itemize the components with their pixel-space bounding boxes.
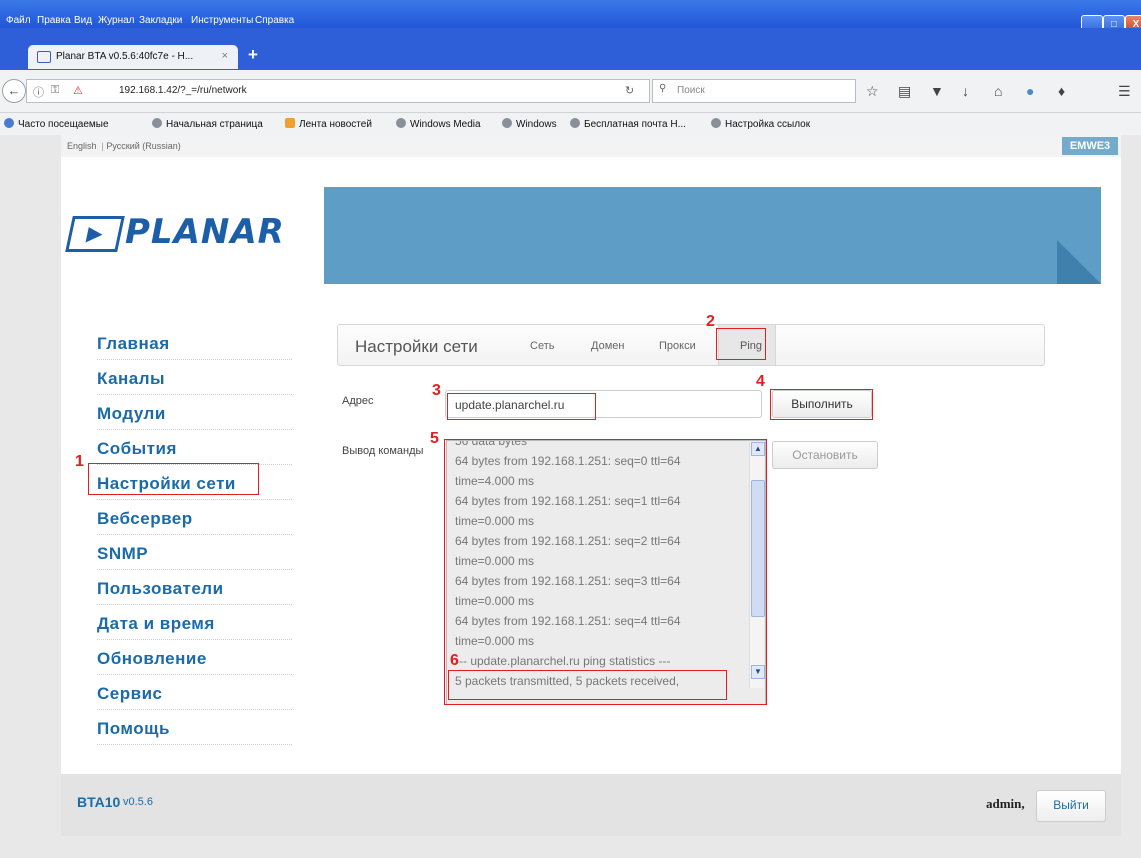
bookmark-windows-media[interactable]: Windows Media: [396, 118, 481, 130]
search-icon: ⚲: [659, 83, 667, 94]
search-input[interactable]: ⚲ Поиск: [652, 79, 856, 103]
tab-network[interactable]: Сеть: [530, 340, 554, 352]
product-name: BTA10: [77, 794, 121, 810]
menu-history[interactable]: Журнал: [98, 15, 135, 26]
menu-edit[interactable]: Правка: [37, 15, 71, 26]
menu-bookmarks[interactable]: Закладки: [139, 15, 182, 26]
current-user: admin,: [986, 796, 1025, 811]
tab-proxy[interactable]: Прокси: [659, 340, 696, 352]
globe-icon: [711, 118, 721, 128]
bookmarks-toolbar: Часто посещаемые Начальная страница Лент…: [0, 113, 1141, 135]
menu-view[interactable]: Вид: [74, 15, 92, 26]
tab-title: Planar BTA v0.5.6:40fc7e - H...: [56, 51, 194, 62]
bookmark-news-feed[interactable]: Лента новостей: [285, 118, 372, 130]
annotation-box-ping: [716, 328, 766, 360]
browser-tab[interactable]: Planar BTA v0.5.6:40fc7e - H... ×: [28, 45, 238, 69]
sidebar-item-channels[interactable]: Каналы: [97, 362, 292, 395]
sidebar-item-date-time[interactable]: Дата и время: [97, 607, 292, 640]
globe-icon: [152, 118, 162, 128]
bookmark-free-mail[interactable]: Бесплатная почта H...: [570, 118, 686, 130]
vendor-logo[interactable]: EMWE3: [1062, 137, 1118, 155]
annotation-number: 1: [75, 453, 84, 470]
globe-icon: [502, 118, 512, 128]
annotation-box-output: [444, 439, 767, 705]
address-label: Адрес: [342, 395, 374, 407]
menu-tools[interactable]: Инструменты: [191, 15, 253, 26]
sync-icon[interactable]: ●: [1026, 83, 1034, 99]
address-bar[interactable]: ⓘ ⚿ ⚠ 192.168.1.42/?_=/ru/network ↻: [26, 79, 650, 103]
planar-logo-text: PLANAR: [125, 212, 285, 252]
tab-domain[interactable]: Домен: [591, 340, 624, 352]
stop-button[interactable]: Остановить: [772, 441, 878, 469]
annotation-box-run: [770, 389, 873, 420]
logout-button[interactable]: Выйти: [1036, 790, 1106, 822]
hamburger-menu-icon[interactable]: ☰: [1118, 83, 1131, 100]
page-favicon-icon: [37, 51, 51, 63]
annotation-box-stats: [448, 670, 727, 700]
back-button[interactable]: ←: [2, 79, 26, 103]
info-icon[interactable]: ⓘ: [33, 84, 44, 100]
insecure-icon: ⚠: [73, 85, 83, 97]
sidebar-item-help[interactable]: Помощь: [97, 712, 292, 745]
sidebar-item-webserver[interactable]: Вебсервер: [97, 502, 292, 535]
lang-english-link[interactable]: English: [67, 141, 97, 151]
section-title: Настройки сети: [355, 337, 478, 356]
annotation-number: 4: [756, 373, 765, 390]
bookmark-customize-links[interactable]: Настройка ссылок: [711, 118, 810, 130]
sidebar-item-service[interactable]: Сервис: [97, 677, 292, 710]
bookmark-windows[interactable]: Windows: [502, 118, 557, 130]
sidebar-item-snmp[interactable]: SNMP: [97, 537, 292, 570]
url-text[interactable]: 192.168.1.42/?_=/ru/network: [119, 85, 247, 96]
key-icon: ⚿: [51, 84, 60, 96]
reading-list-icon[interactable]: ▤: [898, 83, 911, 100]
settings-tabs-bar: Настройки сети Сеть Домен Прокси Ping: [337, 324, 1045, 366]
lang-russian-link[interactable]: Русский (Russian): [106, 141, 180, 151]
annotation-number: 5: [430, 430, 439, 447]
home-icon[interactable]: ⌂: [994, 83, 1002, 99]
header-banner: [324, 187, 1101, 284]
bookmark-most-visited[interactable]: Часто посещаемые: [4, 118, 109, 130]
annotation-box-address: [447, 393, 596, 420]
downloads-icon[interactable]: ↓: [962, 83, 969, 99]
annotation-number: 2: [706, 313, 715, 330]
language-bar: English | Русский (Russian) EMWE3: [61, 135, 1121, 157]
sidebar-item-update[interactable]: Обновление: [97, 642, 292, 675]
pocket-icon[interactable]: ▼: [930, 83, 944, 99]
navigation-toolbar: ← ⓘ ⚿ ⚠ 192.168.1.42/?_=/ru/network ↻ ⚲ …: [0, 70, 1141, 113]
annotation-number: 6: [450, 652, 459, 669]
sidebar-item-events[interactable]: События: [97, 432, 292, 465]
annotation-number: 3: [432, 382, 441, 399]
search-placeholder: Поиск: [677, 85, 705, 96]
annotation-box-nav: [88, 463, 259, 495]
close-tab-icon[interactable]: ×: [222, 50, 228, 62]
sidebar-item-home[interactable]: Главная: [97, 327, 292, 360]
globe-icon: [396, 118, 406, 128]
tab-strip: Planar BTA v0.5.6:40fc7e - H... × +: [0, 28, 1141, 70]
output-label: Вывод команды: [342, 445, 424, 457]
planar-logo[interactable]: ▶ PLANAR: [65, 212, 299, 252]
bookmark-start-page[interactable]: Начальная страница: [152, 118, 263, 130]
extension-icon[interactable]: ♦: [1058, 83, 1065, 99]
product-version: v0.5.6: [123, 796, 153, 808]
page-footer: BTA10 v0.5.6 admin, Выйти: [61, 774, 1121, 836]
rss-icon: [285, 118, 295, 128]
globe-icon: [570, 118, 580, 128]
bookmark-star-icon[interactable]: ☆: [866, 83, 879, 100]
menu-file[interactable]: Файл: [6, 15, 31, 26]
sidebar-item-modules[interactable]: Модули: [97, 397, 292, 430]
menu-help[interactable]: Справка: [255, 15, 294, 26]
banner-fold: [1057, 240, 1101, 284]
reload-icon[interactable]: ↻: [625, 84, 634, 97]
sidebar-item-users[interactable]: Пользователи: [97, 572, 292, 605]
bookmark-icon: [4, 118, 14, 128]
new-tab-button[interactable]: +: [248, 45, 258, 65]
main-content: ▶ PLANAR Главная Каналы Модули События Н…: [61, 157, 1121, 774]
page-bottom: [0, 836, 1141, 858]
menu-bar: Файл Правка Вид Журнал Закладки Инструме…: [0, 0, 1141, 35]
planar-logo-mark: ▶: [65, 216, 125, 252]
